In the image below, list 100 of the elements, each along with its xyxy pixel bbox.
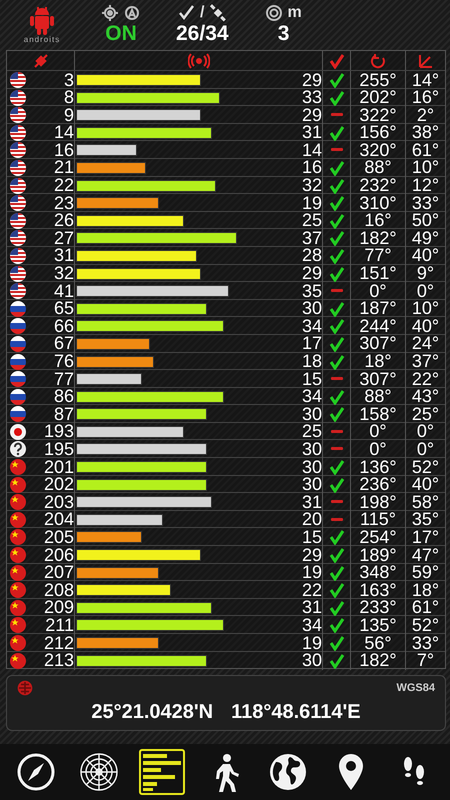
latitude-text: 25°21.0428'N [91,700,214,725]
snr-value: 20 [302,511,322,528]
azimuth-value: 16° [364,212,392,230]
russia-flag-icon [9,370,27,388]
us-flag-icon [9,71,27,89]
snr-value: 30 [302,406,322,423]
elevation-value: 61° [412,142,440,159]
azimuth-value: 0° [369,440,387,458]
prn-number: 65 [54,300,74,318]
snr-value: 14 [302,142,322,159]
japan-flag-icon [9,422,27,441]
us-flag-icon [9,106,27,124]
snr-value: 30 [302,476,322,494]
azimuth-value: 56° [364,634,392,652]
azimuth-value: 18° [364,353,392,370]
azimuth-value: 158° [359,406,397,423]
elevation-value: 49° [412,230,440,247]
prn-number: 206 [44,546,74,564]
us-flag-icon [9,246,27,265]
azimuth-value: 254° [359,528,397,546]
snr-value: 25 [302,423,322,440]
elevation-value: 10° [412,159,440,176]
china-flag-icon [9,510,27,529]
elevation-value: 9° [416,265,434,282]
china-flag-icon [9,616,27,634]
us-flag-icon [9,229,27,248]
elevation-value: 18° [412,582,440,599]
snr-value: 30 [302,458,322,476]
china-flag-icon [9,598,27,617]
snr-value: 30 [302,300,322,318]
satellite-icon [208,4,226,22]
prn-number: 203 [44,494,74,511]
azimuth-value: 198° [359,494,397,511]
snr-value: 35 [302,282,322,300]
accuracy-value: 3 [278,22,290,46]
snr-value: 32 [302,177,322,194]
elevation-value: 59° [412,564,440,582]
fix-status: ON [105,22,137,46]
snr-value: 17 [302,335,322,352]
azimuth-value: 310° [359,194,397,212]
snr-value: 29 [302,546,322,564]
azimuth-value: 320° [359,142,397,159]
elevation-value: 58° [412,494,440,511]
azimuth-value: 233° [359,599,397,616]
snr-value: 15 [302,528,322,546]
elevation-value: 0° [416,423,434,440]
prn-number: 86 [54,388,74,406]
china-flag-icon [9,458,27,476]
signal-icon [188,52,210,68]
prn-number: 16 [54,142,74,159]
elevation-value: 33° [412,194,440,212]
prn-number: 87 [54,406,74,423]
prn-number: 193 [44,423,74,440]
azimuth-value: 202° [359,89,397,106]
elevation-value: 7° [416,652,434,670]
snr-value: 18 [302,353,322,370]
prn-number: 41 [54,282,74,300]
snr-value: 29 [302,72,322,88]
elevation-value: 10° [412,300,440,318]
assisted-gps-icon [123,4,141,22]
prn-number: 66 [54,318,74,335]
russia-flag-icon [9,388,27,406]
prn-number: 3 [64,72,74,88]
us-flag-icon [9,264,27,283]
russia-flag-icon [9,334,27,353]
snr-value: 33 [302,89,322,106]
prn-number: 32 [54,265,74,282]
bar-chart-tab[interactable] [138,749,185,795]
azimuth-value: 348° [359,564,397,582]
prn-number: 76 [54,353,74,370]
prn-number: 9 [64,106,74,124]
elevation-value: 35° [412,511,440,528]
us-flag-icon [9,176,27,195]
longitude-text: 118°48.6114'E [231,700,361,725]
snr-value: 31 [302,124,322,142]
accuracy-icon [265,4,284,22]
elevation-value: 0° [416,440,434,458]
elevation-value: 43° [412,388,440,406]
elevation-value: 16° [412,89,440,106]
china-flag-icon [9,581,27,600]
china-flag-icon [9,493,27,512]
azimuth-value: 307° [359,335,397,352]
azimuth-value: 307° [359,370,397,388]
prn-number: 212 [44,634,74,652]
prn-number: 31 [54,247,74,264]
us-flag-icon [9,212,27,230]
snr-value: 19 [302,634,322,652]
gps-target-icon [101,4,119,22]
prn-number: 8 [64,89,74,106]
china-flag-icon [9,476,27,494]
prn-number: 204 [44,511,74,528]
snr-value: 19 [302,564,322,582]
elevation-value: 38° [412,124,440,142]
snr-value: 29 [302,106,322,124]
azimuth-value: 0° [369,282,387,300]
azimuth-value: 322° [359,106,397,124]
azimuth-value: 187° [359,300,397,318]
prn-number: 201 [44,458,74,476]
separator-text: / [200,3,204,23]
azimuth-value: 156° [359,124,397,142]
